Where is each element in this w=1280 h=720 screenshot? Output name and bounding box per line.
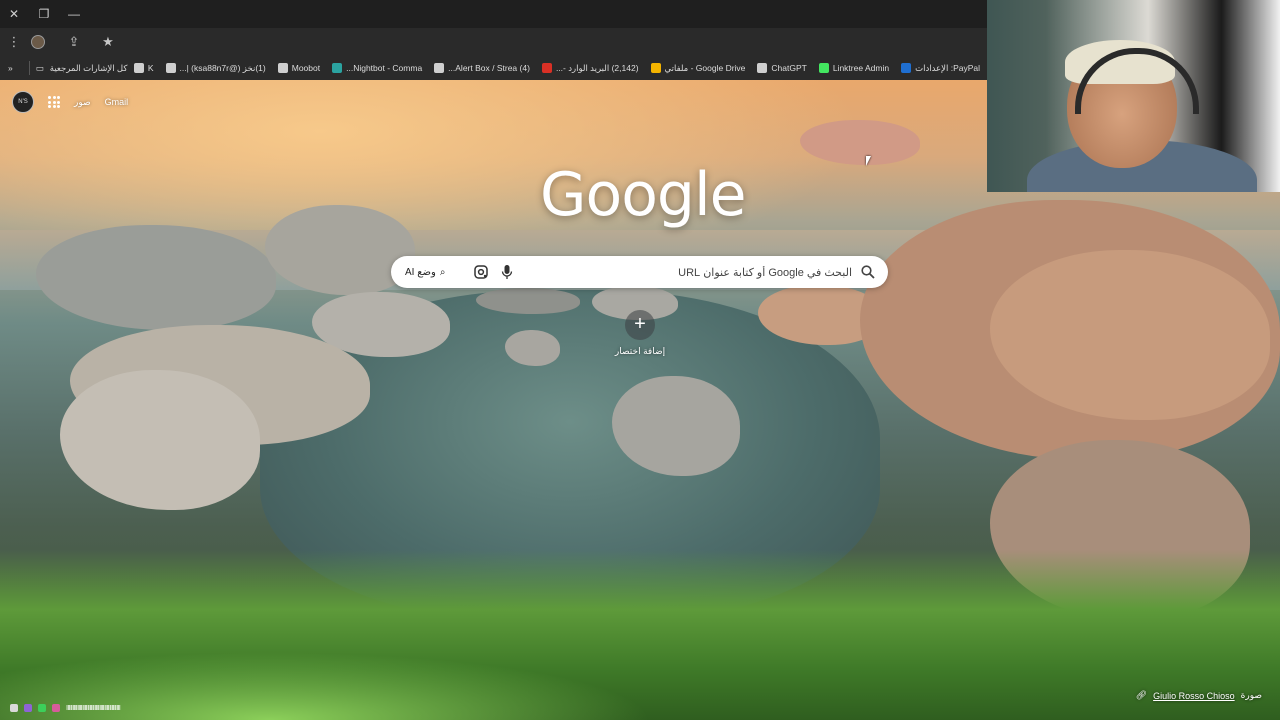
bookmark-item[interactable]: Google Drive - ملفاتي — [650, 62, 746, 74]
app-icon[interactable] — [38, 704, 46, 712]
search-icon — [861, 265, 875, 279]
favicon-icon — [901, 63, 912, 73]
favicon-icon — [277, 63, 288, 73]
link-icon: 🔗︎ — [1135, 690, 1148, 700]
shortcut-label: إضافة اختصار — [614, 346, 666, 356]
rock — [505, 330, 560, 366]
bookmark-label: Linktree Admin — [832, 63, 890, 73]
google-logo: Google — [540, 160, 747, 230]
bookmark-label: (4) Alert Box / Strea... — [448, 63, 530, 73]
separator — [28, 61, 30, 75]
avatar-text: N'S — [18, 99, 28, 105]
favicon-icon — [818, 63, 829, 73]
mouse-cursor-icon — [866, 156, 871, 166]
grass-highlight — [0, 600, 900, 720]
bookmark-label: (2,142) البريد الوارد -... — [555, 62, 639, 73]
rock — [36, 225, 276, 330]
bookmark-label: Nightbot - Comma... — [346, 63, 423, 73]
microphone-icon[interactable] — [500, 264, 514, 280]
bookmark-item[interactable]: ChatGPT — [757, 63, 807, 73]
avatar[interactable]: N'S — [12, 91, 34, 113]
bookmark-item[interactable]: PayPal: الإعدادات — [901, 63, 980, 74]
bookmark-item[interactable]: (2,142) البريد الوارد -... — [541, 62, 639, 74]
rock — [800, 120, 920, 165]
bookmark-label: Google Drive - ملفاتي — [664, 62, 746, 73]
google-lens-icon[interactable] — [473, 264, 489, 280]
apps-grid-icon[interactable] — [48, 96, 60, 108]
rock — [60, 370, 260, 510]
favicon-icon — [133, 63, 144, 73]
search-input[interactable] — [550, 264, 854, 282]
restore-icon[interactable]: ❐ — [34, 4, 54, 24]
credit-prefix: صورة — [1240, 690, 1262, 700]
photo-credit[interactable]: صورة Giulio Rosso Chioso 🔗︎ — [1136, 690, 1262, 701]
favicon-icon — [165, 63, 176, 73]
ai-mode-label: وضع AI — [405, 266, 436, 278]
minimize-icon[interactable]: — — [64, 4, 84, 24]
gmail-link[interactable]: Gmail — [105, 97, 129, 107]
taskbar-text: ⅡⅡⅡⅡⅡⅡⅡⅡⅡⅡⅡⅡⅡⅡⅡⅡⅡⅡⅡⅡⅡⅡ — [66, 705, 121, 712]
bookmark-label: ChatGPT — [771, 63, 807, 73]
all-bookmarks-button[interactable]: كل الإشارات المرجعية ▭ « — [8, 56, 127, 80]
close-icon[interactable]: ✕ — [4, 4, 24, 24]
share-icon[interactable]: ⇪ — [64, 32, 84, 52]
bookmark-label: (1)نخز (@ksa88n7r) |... — [179, 62, 266, 73]
plus-icon: + — [625, 310, 655, 340]
favicon-icon — [332, 63, 343, 73]
ntp-header: N'S صور Gmail — [12, 91, 129, 113]
bookmark-label: K — [147, 63, 154, 73]
bookmark-item[interactable]: Nightbot - Comma... — [332, 63, 422, 73]
bookmark-item[interactable]: Moobot — [277, 63, 321, 73]
kebab-menu-icon[interactable]: ⋮ — [4, 32, 24, 52]
favicon-icon — [757, 63, 768, 73]
search-box[interactable]: ⌕ وضع AI — [391, 256, 888, 288]
taskbar: ⅡⅡⅡⅡⅡⅡⅡⅡⅡⅡⅡⅡⅡⅡⅡⅡⅡⅡⅡⅡⅡⅡ — [10, 700, 121, 716]
bookmark-label: Moobot — [291, 63, 321, 73]
bookmark-list: PayPal: الإعدادات Linktree Admin ChatGPT Go… — [133, 56, 980, 80]
favicon-icon — [434, 63, 445, 73]
add-shortcut-tile[interactable]: + إضافة اختصار — [602, 310, 678, 370]
sparkle-search-icon: ⌕ — [439, 266, 446, 278]
ai-mode-button[interactable]: ⌕ وضع AI — [399, 262, 451, 282]
app-icon[interactable] — [52, 704, 60, 712]
all-bookmarks-label: كل الإشارات المرجعية — [49, 62, 128, 73]
folder-icon: ▭ — [35, 62, 44, 73]
bookmark-item[interactable]: (1)نخز (@ksa88n7r) |... — [165, 62, 266, 74]
app-icon[interactable] — [24, 704, 32, 712]
favicon-icon — [650, 63, 661, 73]
star-icon[interactable]: ★ — [98, 32, 118, 52]
pen-icon[interactable] — [10, 704, 18, 712]
images-link[interactable]: صور — [74, 97, 91, 108]
bookmark-item[interactable]: K — [133, 63, 154, 73]
extension-icon[interactable] — [28, 32, 48, 52]
webcam-overlay — [987, 0, 1280, 192]
bookmark-item[interactable]: (4) Alert Box / Strea... — [434, 63, 530, 73]
favicon-icon — [541, 63, 552, 73]
bookmark-item[interactable]: Linktree Admin — [818, 63, 890, 73]
chevron-left-icon[interactable]: « — [8, 63, 13, 73]
bookmark-label: PayPal: الإعدادات — [915, 62, 980, 73]
credit-name: Giulio Rosso Chioso — [1153, 690, 1235, 701]
